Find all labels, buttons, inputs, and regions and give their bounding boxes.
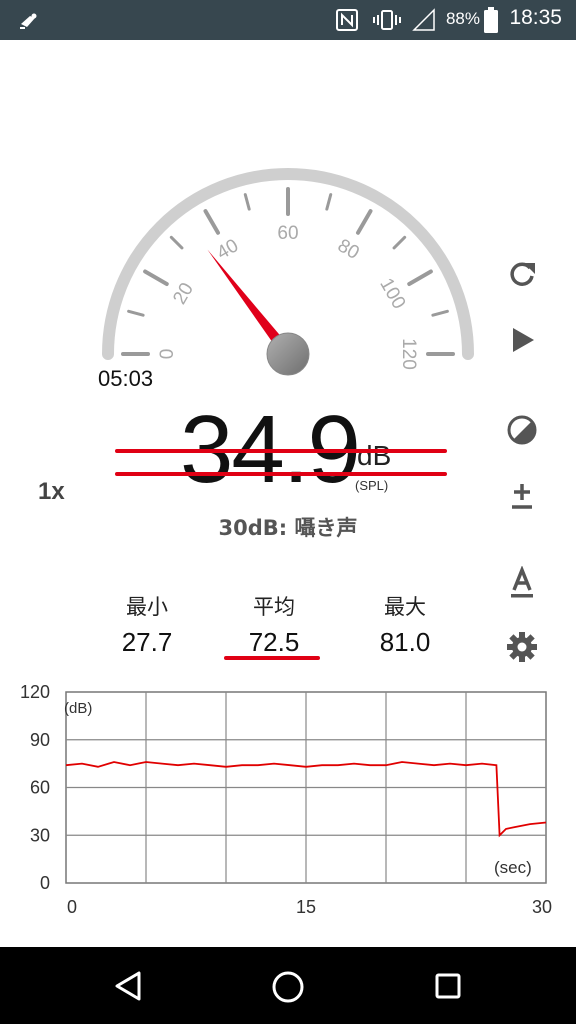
chart-y-tick-label: 90 bbox=[30, 730, 50, 750]
gauge-label: 100 bbox=[375, 275, 409, 313]
gauge-tick bbox=[203, 209, 220, 235]
status-time: 18:35 bbox=[509, 6, 562, 29]
chart-y-tick-labels: 120 90 60 30 0 bbox=[20, 682, 50, 893]
stat-max-label: 最大 bbox=[384, 595, 426, 619]
chart-grid bbox=[65, 691, 547, 884]
signal-icon bbox=[412, 8, 436, 36]
multiplier-label[interactable]: 1x bbox=[38, 478, 65, 506]
back-icon bbox=[115, 971, 141, 1001]
font-size-button[interactable] bbox=[502, 563, 542, 603]
chart-y-unit-label: (dB) bbox=[64, 700, 92, 717]
db-history-chart: 120 90 60 30 0 0 15 30 (dB) (sec) bbox=[20, 682, 552, 917]
reset-icon bbox=[510, 262, 535, 286]
reference-description: 30dB: 囁き声 bbox=[218, 516, 358, 540]
chart-x-unit-label: (sec) bbox=[494, 858, 532, 877]
theme-contrast-icon bbox=[507, 415, 537, 445]
gauge-tick bbox=[243, 193, 251, 211]
status-bar: 88% 18:35 bbox=[0, 0, 576, 40]
chart-x-tick-labels: 0 15 30 bbox=[67, 897, 552, 917]
home-button[interactable] bbox=[270, 969, 306, 1009]
stat-min-label: 最小 bbox=[126, 595, 168, 619]
navigation-bar bbox=[0, 947, 576, 1024]
play-button[interactable] bbox=[502, 320, 542, 360]
avg-underline bbox=[224, 656, 320, 660]
vibrate-icon bbox=[372, 8, 402, 36]
play-icon bbox=[513, 328, 534, 352]
stat-min: 最小 27.7 bbox=[92, 591, 202, 658]
battery-icon bbox=[484, 7, 498, 37]
back-button[interactable] bbox=[112, 969, 144, 1007]
gauge-tick bbox=[325, 193, 333, 211]
chart-y-tick-label: 60 bbox=[30, 778, 50, 798]
elapsed-time: 05:03 bbox=[98, 366, 154, 391]
gauge-tick bbox=[407, 269, 433, 286]
settings-button[interactable] bbox=[502, 627, 542, 667]
calibration-button[interactable] bbox=[502, 476, 542, 516]
gauge-label: 60 bbox=[277, 223, 298, 244]
recents-icon bbox=[435, 973, 461, 999]
gauge-tick bbox=[169, 235, 184, 250]
theme-contrast-button[interactable] bbox=[502, 410, 542, 450]
strike-line-top bbox=[115, 449, 447, 453]
stat-avg-value: 72.5 bbox=[248, 627, 300, 657]
app-notification-icon bbox=[18, 10, 40, 36]
chart-y-tick-label: 30 bbox=[30, 825, 50, 845]
gauge-tick bbox=[356, 209, 373, 235]
gauge-tick bbox=[392, 235, 407, 250]
stat-avg-label: 平均 bbox=[253, 595, 295, 619]
gauge-knob bbox=[266, 332, 310, 376]
chart-y-tick-label: 120 bbox=[20, 682, 50, 702]
stat-max: 最大 81.0 bbox=[350, 591, 460, 658]
stat-min-value: 27.7 bbox=[121, 627, 173, 657]
gauge-tick bbox=[431, 309, 449, 317]
gauge-label: 20 bbox=[169, 279, 198, 308]
stat-max-value: 81.0 bbox=[379, 627, 431, 657]
chart-x-tick-label: 0 bbox=[67, 897, 77, 917]
sound-level-gauge: 0 20 40 60 80 100 120 bbox=[102, 168, 474, 376]
db-unit: dB bbox=[357, 440, 392, 471]
gauge-tick bbox=[127, 309, 145, 317]
reset-button[interactable] bbox=[502, 254, 542, 294]
gauge-label: 120 bbox=[398, 338, 419, 370]
home-icon bbox=[272, 971, 304, 1003]
chart-x-tick-label: 15 bbox=[296, 897, 316, 917]
chart-y-tick-label: 0 bbox=[40, 873, 50, 893]
stat-avg: 平均 72.5 bbox=[219, 591, 329, 658]
nfc-icon bbox=[335, 8, 359, 36]
chart-x-tick-label: 30 bbox=[532, 897, 552, 917]
strike-line-bottom bbox=[115, 472, 447, 476]
gauge-label: 0 bbox=[157, 349, 178, 360]
gauge-label: 80 bbox=[334, 235, 363, 264]
battery-percent: 88% bbox=[445, 9, 480, 28]
gauge-tick bbox=[143, 269, 169, 286]
settings-gear-icon bbox=[507, 632, 537, 662]
gauge-label: 40 bbox=[213, 235, 242, 264]
calibration-plus-minus-icon bbox=[512, 484, 532, 509]
spl-unit-label: (SPL) bbox=[355, 478, 389, 493]
recents-button[interactable] bbox=[434, 972, 462, 1004]
font-size-icon bbox=[511, 566, 533, 598]
